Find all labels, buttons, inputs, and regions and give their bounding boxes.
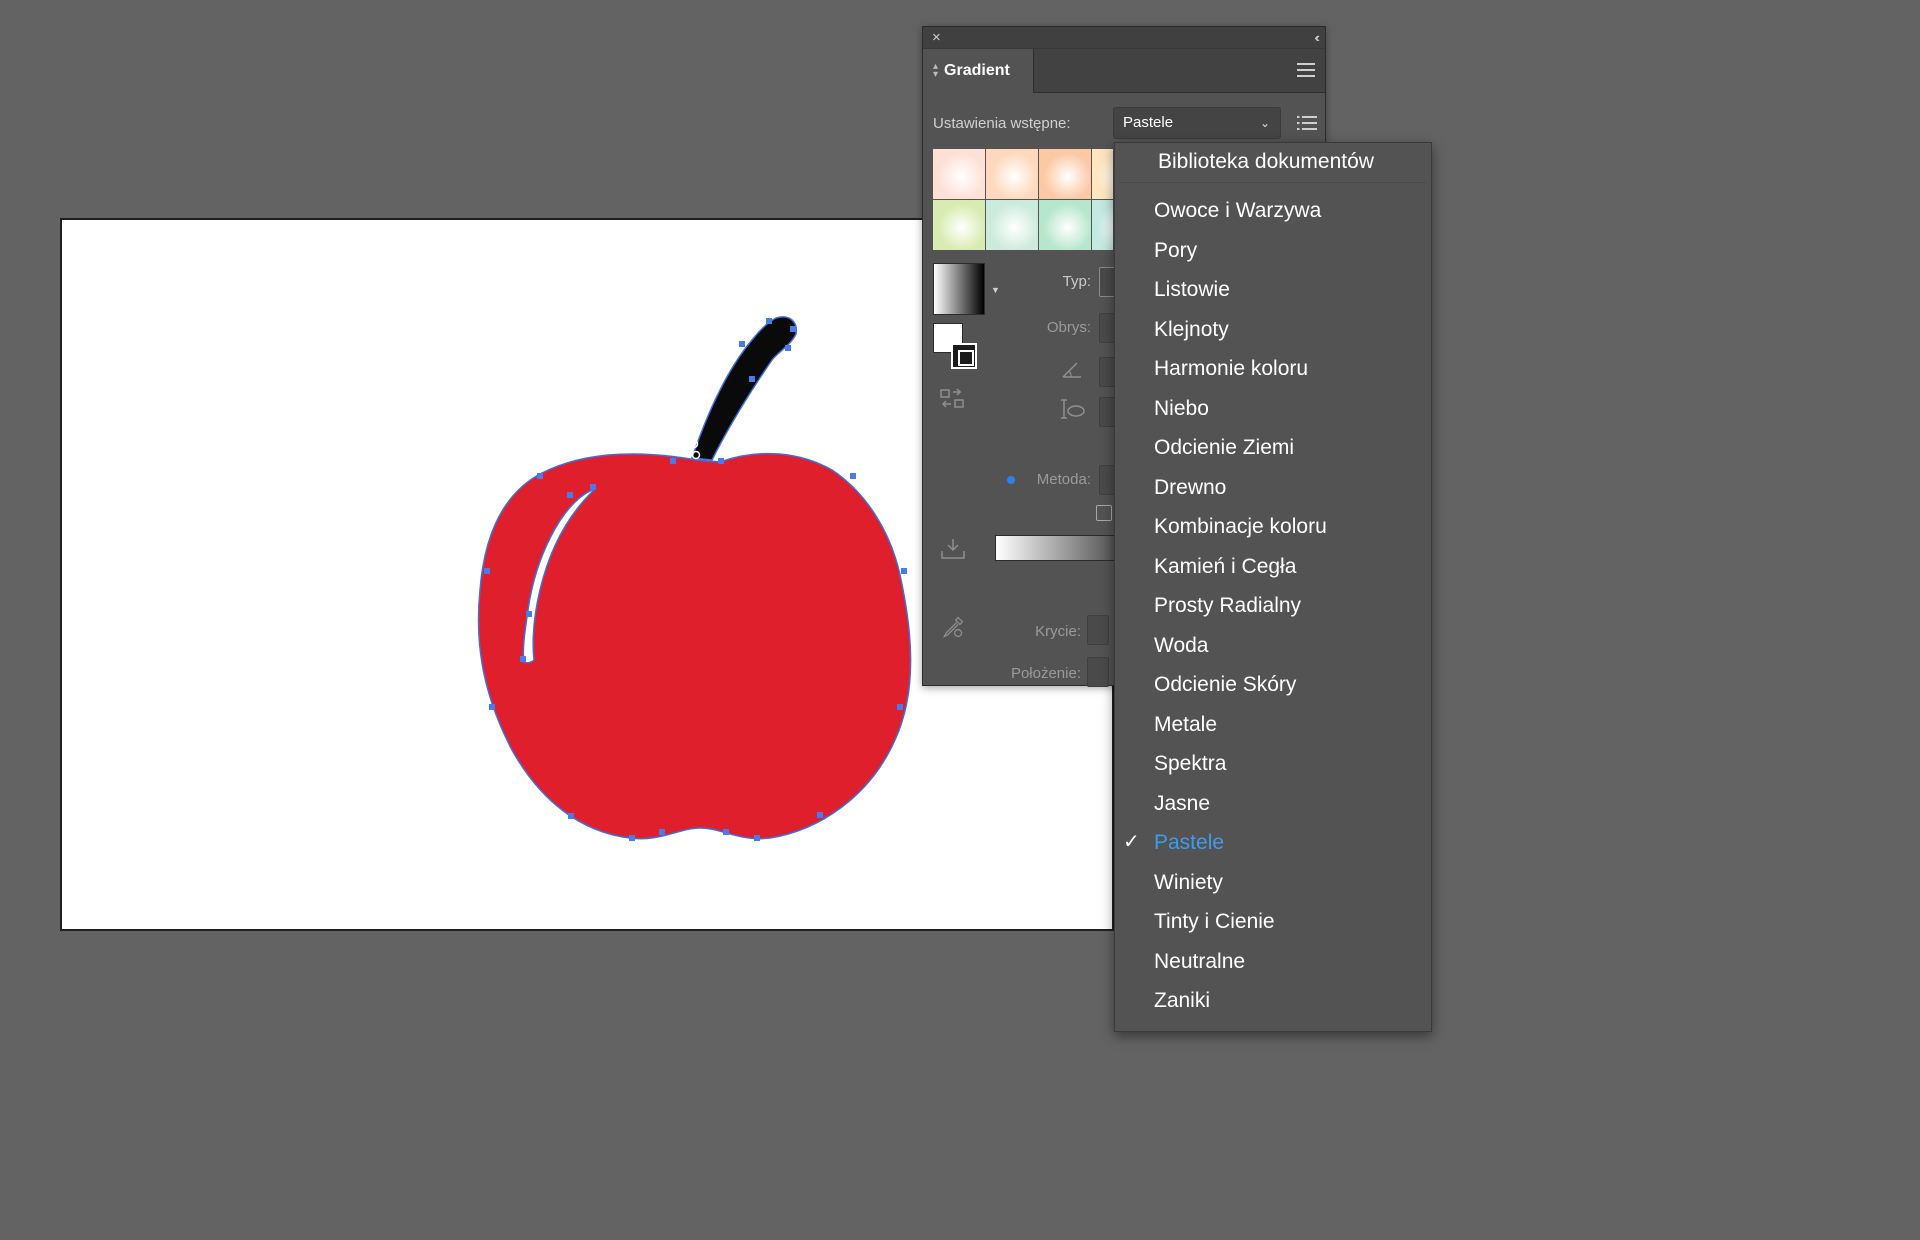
fill-stroke-control[interactable] [933,323,983,373]
stroke-label: Obrys: [1046,319,1091,336]
gradient-swatch[interactable] [1092,200,1113,250]
stroke-swatch[interactable] [951,343,977,369]
menu-item[interactable]: Drewno [1115,468,1431,508]
opacity-label: Krycie: [1035,623,1081,640]
menu-item-label: Jasne [1154,791,1211,815]
menu-item[interactable]: ✓ Pastele [1115,823,1431,863]
menu-item[interactable]: Listowie [1115,270,1431,310]
tab-gradient[interactable]: ▴ ▾ Gradient [923,49,1034,93]
menu-item-label: Neutralne [1154,949,1246,973]
collapse-icon[interactable]: ‹‹ [1314,29,1319,47]
preset-dropdown[interactable]: Pastele ⌄ [1113,107,1281,139]
gradient-swatch[interactable] [986,200,1038,250]
menu-item[interactable]: Woda [1115,626,1431,666]
reverse-gradient-icon[interactable] [939,387,967,411]
checkmark-icon: ✓ [1123,831,1140,853]
gradient-ramp[interactable] [995,535,1115,561]
menu-item[interactable]: Zaniki [1115,981,1431,1021]
menu-item-label: Harmonie koloru [1154,357,1309,380]
apple-body[interactable] [477,452,912,840]
preset-row: Ustawienia wstępne: Pastele ⌄ [933,107,1317,139]
type-label: Typ: [1062,273,1091,290]
menu-item-label: Odcienie Skóry [1154,673,1297,696]
list-icon[interactable] [1297,115,1317,131]
method-indicator [1007,476,1015,484]
menu-item-label: Listowie [1154,278,1230,301]
menu-item-label: Spektra [1154,752,1227,775]
workspace: × ‹‹ ▴ ▾ Gradient Ustawienia wstępne: Pas… [0,0,1920,1240]
menu-item[interactable]: Neutralne [1115,942,1431,982]
menu-item-label: Prosty Radialny [1154,594,1302,617]
preset-value: Pastele [1123,114,1174,131]
gradient-swatch[interactable] [933,149,985,199]
menu-item[interactable]: Winiety [1115,863,1431,903]
opacity-field[interactable] [1087,615,1109,645]
panel-titlebar[interactable]: × ‹‹ [923,27,1325,49]
menu-item-label: Winiety [1154,870,1223,894]
angle-icon [1062,362,1081,378]
menu-item[interactable]: Owoce i Warzywa [1115,191,1431,231]
menu-item[interactable]: Niebo [1115,389,1431,429]
menu-item-label: Klejnoty [1154,317,1229,341]
eyedropper-icon[interactable] [939,615,967,639]
caret-down-icon[interactable]: ▼ [991,285,1000,295]
dither-checkbox[interactable] [1096,505,1112,521]
menu-item[interactable]: Odcienie Ziemi [1115,428,1431,468]
menu-item[interactable]: Odcienie Skóry [1115,665,1431,705]
menu-item[interactable]: Kombinacje koloru [1115,507,1431,547]
preset-menu-list: Owoce i Warzywa Pory Listowie Klejnoty Harmo… [1115,183,1431,1021]
location-label: Położenie: [1010,665,1081,682]
menu-item[interactable]: Pory [1115,231,1431,271]
menu-item-label: Woda [1154,633,1209,657]
tab-gradient-label: Gradient [944,62,1010,79]
gradient-swatch[interactable] [986,149,1038,199]
menu-item-label: Owoce i Warzywa [1154,199,1322,222]
gradient-swatch[interactable] [1039,200,1091,250]
panel-menu-icon[interactable] [1297,63,1315,77]
menu-item[interactable]: Metale [1115,705,1431,745]
menu-item-document-library[interactable]: Biblioteka dokumentów [1119,143,1427,183]
menu-item[interactable]: Prosty Radialny [1115,586,1431,626]
menu-item-label: Niebo [1154,396,1209,420]
preset-menu: Biblioteka dokumentów Owoce i Warzywa Por… [1114,142,1432,1032]
chevron-down-icon: ⌄ [1259,116,1270,130]
menu-item-label: Zaniki [1154,989,1211,1012]
gradient-swatch[interactable] [933,200,985,250]
aspect-ratio-icon [1061,399,1085,419]
tab-reorder-icon: ▴ ▾ [933,61,939,80]
menu-item[interactable]: Kamień i Cegła [1115,547,1431,587]
location-field[interactable] [1087,657,1109,687]
panel-tabbar: ▴ ▾ Gradient [923,49,1325,93]
gradient-swatch[interactable] [1039,149,1091,199]
menu-item-label: Drewno [1154,475,1227,499]
method-label: Metoda: [1036,471,1091,488]
close-icon[interactable]: × [932,29,941,47]
menu-item-label: Kombinacje koloru [1154,515,1327,538]
menu-item-label: Pastele [1154,831,1225,854]
menu-item-label: Pory [1154,238,1198,262]
menu-item-label: Odcienie Ziemi [1154,436,1295,459]
menu-item-label: Kamień i Cegła [1154,554,1297,578]
menu-item-label: Metale [1154,712,1218,736]
preset-label: Ustawienia wstępne: [933,114,1071,132]
gradient-swatch[interactable] [1092,149,1113,199]
gradient-swatches [933,149,1113,251]
menu-item[interactable]: Jasne [1115,784,1431,824]
menu-item[interactable]: Klejnoty [1115,310,1431,350]
gradient-thumbnail[interactable] [933,263,985,315]
menu-item[interactable]: Tinty i Cienie [1115,902,1431,942]
save-gradient-icon[interactable] [939,537,967,561]
menu-item-label: Tinty i Cienie [1154,910,1275,933]
menu-item[interactable]: Harmonie koloru [1115,349,1431,389]
menu-item[interactable]: Spektra [1115,744,1431,784]
